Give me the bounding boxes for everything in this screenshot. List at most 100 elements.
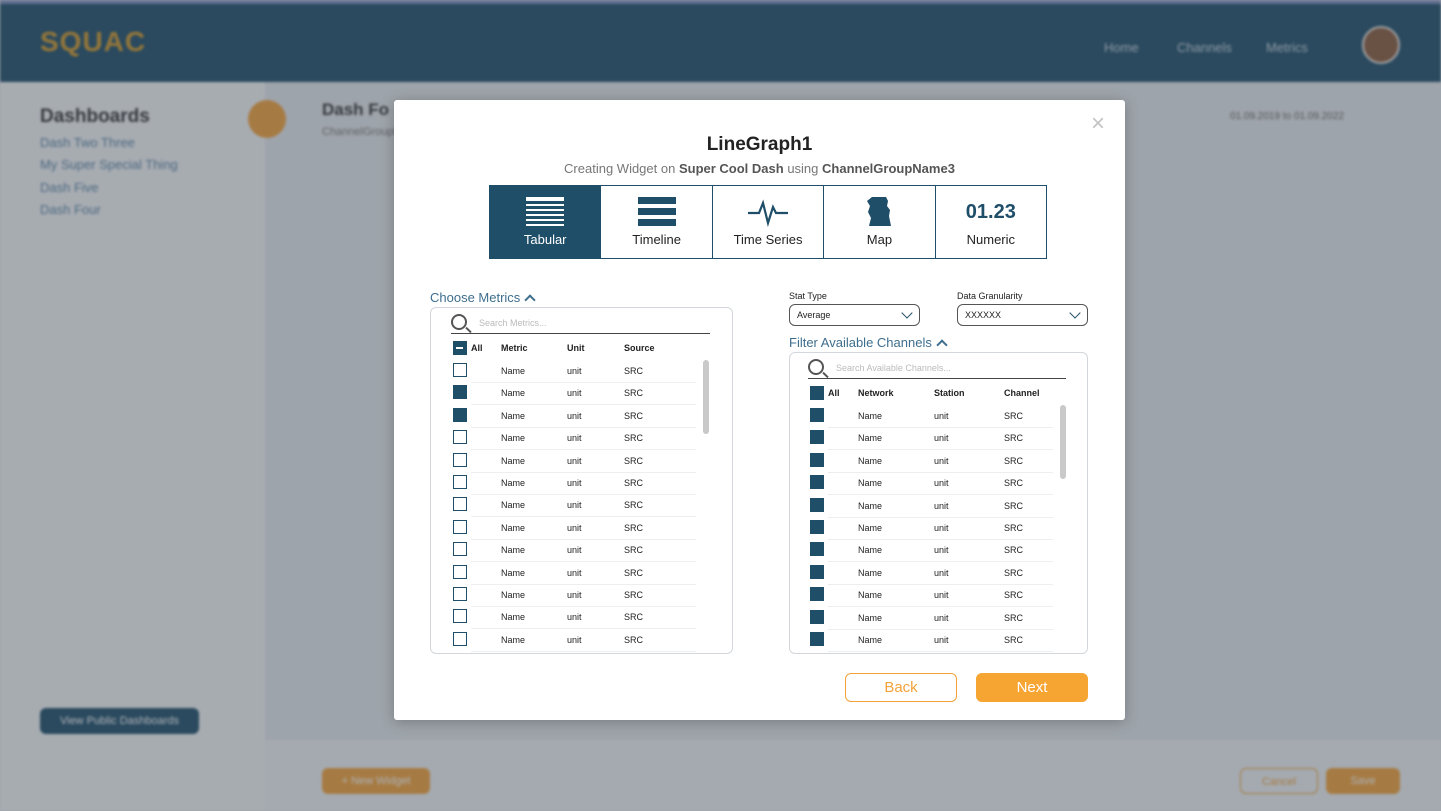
channel-checkbox[interactable]	[810, 452, 824, 467]
channel-station: unit	[934, 478, 949, 489]
row-divider	[471, 449, 696, 451]
numeric-icon-text: 01.23	[965, 200, 1016, 223]
metrics-search-input[interactable]: Search Metrics...	[479, 318, 547, 328]
channel-station: unit	[934, 523, 949, 533]
numeric-icon: 01.23	[936, 196, 1046, 228]
metric-checkbox[interactable]	[453, 385, 467, 400]
channel-checkbox[interactable]	[810, 609, 824, 624]
timeline-icon	[601, 196, 711, 228]
back-button[interactable]: Back	[845, 673, 957, 702]
channel-network: Name	[858, 635, 883, 645]
channels-search[interactable]: Search Available Channels...	[808, 355, 1066, 379]
channel-network: Name	[858, 612, 883, 623]
close-icon[interactable]: ×	[1091, 112, 1105, 136]
header-metric: Metric	[501, 343, 528, 353]
metric-checkbox[interactable]	[453, 609, 467, 624]
select-all-metrics-checkbox[interactable]	[453, 341, 467, 355]
metric-checkbox[interactable]	[453, 497, 467, 512]
metric-checkbox[interactable]	[453, 407, 467, 422]
widget-type-timeline[interactable]: Timeline	[601, 186, 713, 258]
channel-network: Name	[858, 478, 883, 489]
channels-scrollbar[interactable]	[1060, 405, 1066, 479]
channel-checkbox[interactable]	[810, 475, 824, 490]
row-divider	[828, 427, 1053, 428]
metric-name: Name	[501, 612, 526, 623]
channels-search-input[interactable]: Search Available Channels...	[836, 363, 951, 373]
channel-checkbox[interactable]	[810, 408, 824, 422]
channel-network: Name	[858, 433, 883, 444]
header-channel: Channel	[1004, 388, 1040, 398]
channel-code: SRC	[1004, 411, 1024, 421]
chevron-down-icon	[901, 307, 913, 319]
metric-source: SRC	[624, 567, 644, 578]
channel-network: Name	[858, 567, 883, 578]
metric-unit: unit	[567, 612, 582, 623]
channel-checkbox[interactable]	[810, 430, 824, 445]
widget-type-tabular[interactable]: Tabular	[490, 186, 602, 258]
metric-name: Name	[501, 388, 526, 399]
metric-checkbox[interactable]	[453, 452, 467, 467]
channel-checkbox[interactable]	[810, 564, 824, 579]
widget-type-label: Map	[866, 232, 893, 247]
metric-name: Name	[501, 634, 526, 645]
channel-checkbox[interactable]	[810, 587, 824, 602]
granularity-value: XXXXXX	[965, 310, 1002, 320]
row-divider	[471, 494, 696, 495]
header-all: All	[471, 343, 483, 353]
widget-type-time-series[interactable]: Time Series	[713, 186, 825, 258]
next-button[interactable]: Next	[976, 673, 1088, 702]
metric-checkbox[interactable]	[453, 363, 467, 377]
row-divider	[471, 650, 696, 652]
channel-network: Name	[858, 523, 883, 533]
modal-title: LineGraph1	[706, 134, 813, 155]
filter-channels-toggle[interactable]: Filter Available Channels	[789, 335, 948, 351]
metric-unit: unit	[567, 433, 582, 444]
row-divider	[828, 651, 1053, 652]
metric-checkbox[interactable]	[453, 475, 467, 489]
widget-type-selector: Tabular Timeline Time Series Map 01.23 N…	[489, 185, 1047, 259]
row-divider	[471, 561, 696, 563]
metrics-search[interactable]: Search Metrics...	[451, 310, 710, 334]
stat-type-select[interactable]: Average	[789, 304, 920, 326]
metric-source: SRC	[624, 590, 644, 600]
metric-name: Name	[501, 366, 526, 376]
granularity-select[interactable]: XXXXXX	[957, 304, 1088, 326]
widget-type-numeric[interactable]: 01.23 Numeric	[936, 186, 1046, 258]
channel-checkbox[interactable]	[810, 632, 824, 646]
row-divider	[828, 628, 1053, 630]
channel-code: SRC	[1004, 500, 1024, 511]
widget-type-map[interactable]: Map	[824, 186, 936, 258]
metric-unit: unit	[567, 567, 582, 578]
stat-type-value: Average	[797, 310, 831, 320]
metric-checkbox[interactable]	[453, 564, 467, 579]
metric-unit: unit	[567, 455, 582, 466]
channel-station: unit	[934, 612, 949, 623]
row-divider	[828, 561, 1053, 563]
choose-metrics-toggle[interactable]: Choose Metrics	[430, 290, 536, 306]
map-icon	[824, 196, 934, 228]
metric-checkbox[interactable]	[453, 542, 467, 557]
metric-unit: unit	[567, 545, 582, 556]
metrics-scrollbar[interactable]	[703, 360, 709, 434]
metric-source: SRC	[624, 410, 644, 421]
metric-unit: unit	[567, 410, 582, 421]
metric-unit: unit	[567, 388, 582, 399]
metric-unit: unit	[567, 522, 582, 533]
select-all-channels-checkbox[interactable]	[810, 386, 824, 400]
metric-checkbox[interactable]	[453, 519, 467, 534]
metric-name: Name	[501, 478, 526, 488]
channel-checkbox[interactable]	[810, 542, 824, 557]
metric-unit: unit	[567, 478, 582, 488]
metric-checkbox[interactable]	[453, 631, 467, 646]
metric-checkbox[interactable]	[453, 430, 467, 445]
metric-checkbox[interactable]	[453, 587, 467, 601]
modal-subtitle: Creating Widget on Super Cool Dash using…	[394, 161, 1125, 176]
channel-station: unit	[934, 455, 949, 466]
chevron-up-icon	[524, 293, 536, 306]
metric-source: SRC	[624, 545, 644, 556]
channel-code: SRC	[1004, 545, 1024, 556]
channel-checkbox[interactable]	[810, 520, 824, 534]
metric-source: SRC	[624, 388, 644, 399]
metrics-panel: Search Metrics... All Metric Unit Source…	[430, 307, 733, 654]
channel-checkbox[interactable]	[810, 497, 824, 512]
